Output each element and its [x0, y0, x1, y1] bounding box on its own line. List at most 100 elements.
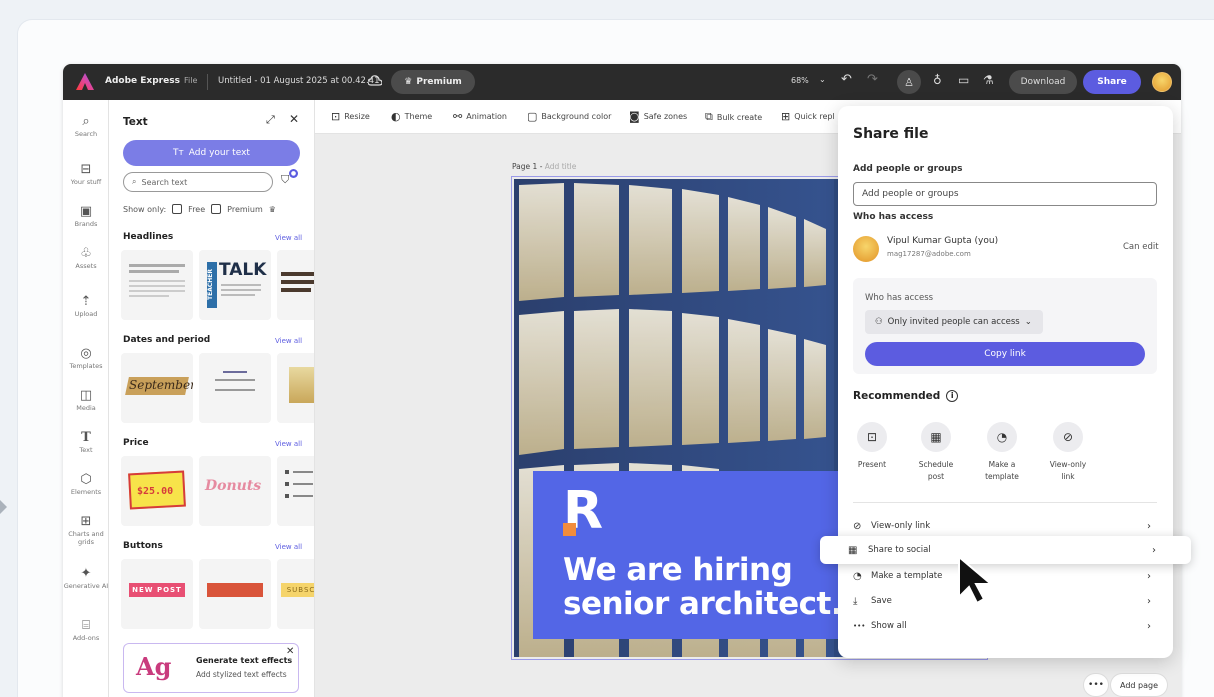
rail-item-text[interactable]: T Text: [63, 430, 109, 454]
menu-show-all[interactable]: ••• Show all ›: [853, 615, 1157, 637]
price-template-3[interactable]: [277, 456, 314, 526]
close-icon[interactable]: ✕: [286, 646, 294, 657]
chevron-down-icon[interactable]: ⌄: [819, 75, 826, 84]
view-all-link[interactable]: View all: [275, 337, 302, 345]
make-template-label: Make a template: [985, 460, 1019, 481]
safe-zones-button[interactable]: ◙ Safe zones: [629, 110, 687, 123]
background-color-button[interactable]: ▢ Background color: [527, 110, 611, 123]
carousel-arrow-icon[interactable]: [0, 500, 7, 514]
rail-item-brands[interactable]: ▣ Brands: [63, 204, 109, 228]
headline-template-1[interactable]: [121, 250, 193, 320]
expand-icon[interactable]: ⤢: [266, 113, 275, 127]
headline-template-talk[interactable]: TEACHER TALK: [199, 250, 271, 320]
menu-make-template[interactable]: ◔ Make a template ›: [853, 565, 1157, 587]
price-template-donuts[interactable]: Donuts: [199, 456, 271, 526]
rail-item-elements[interactable]: ⬡ Elements: [63, 472, 109, 496]
bulk-create-button[interactable]: ⧉ Bulk create: [705, 110, 762, 124]
more-options-button[interactable]: •••: [1084, 674, 1108, 696]
close-icon[interactable]: ✕: [289, 112, 299, 126]
rail-item-upload[interactable]: ⇡ Upload: [63, 294, 109, 318]
template-icon: ◔: [987, 422, 1017, 452]
button-template-2[interactable]: [199, 559, 271, 629]
share-button[interactable]: Share: [1083, 70, 1141, 94]
link-icon: ⊘: [853, 520, 862, 532]
view-only-link-label: View-only link: [1049, 460, 1087, 481]
date-template-3[interactable]: [277, 353, 314, 423]
button-template-new-post[interactable]: NEW POST: [121, 559, 193, 629]
premium-button[interactable]: ♛ Premium: [391, 70, 475, 94]
theme-button[interactable]: ◐ Theme: [391, 110, 432, 123]
view-all-link[interactable]: View all: [275, 234, 302, 242]
filter-icon[interactable]: ⛉: [281, 173, 289, 187]
resize-label: Resize: [344, 112, 370, 121]
quick-replace-button[interactable]: ⊞ Quick repl: [781, 110, 835, 123]
hiring-headline[interactable]: We are hiring senior architect.: [563, 553, 843, 621]
rail-item-templates[interactable]: ◎ Templates: [63, 346, 109, 370]
search-icon: ⌕: [82, 114, 90, 129]
add-text-button[interactable]: Tт Add your text: [123, 140, 300, 166]
zoom-level[interactable]: 68%: [791, 76, 809, 85]
resize-button[interactable]: ⊡ Resize: [331, 110, 370, 123]
rail-item-media[interactable]: ◫ Media: [63, 388, 109, 412]
menu-save[interactable]: ⤓ Save ›: [853, 590, 1157, 612]
add-people-input[interactable]: Add people or groups: [853, 182, 1157, 206]
premium-checkbox[interactable]: [211, 204, 222, 214]
document-title[interactable]: Untitled - 01 August 2025 at 00.42.41: [218, 76, 380, 86]
cloud-icon[interactable]: [368, 75, 382, 87]
date-template-2[interactable]: [199, 353, 271, 423]
present-option[interactable]: ⊡ Present: [842, 422, 902, 471]
file-menu[interactable]: File: [184, 76, 197, 85]
rail-label: Brands: [74, 220, 98, 228]
section-headlines: Headlines: [123, 232, 174, 242]
menu-share-to-social[interactable]: ▦ Share to social ›: [820, 536, 1191, 564]
schedule-post-option[interactable]: ▦ Schedule post: [906, 422, 966, 483]
make-template-option[interactable]: ◔ Make a template: [972, 422, 1032, 483]
menu-view-only-link[interactable]: ⊘ View-only link ›: [853, 515, 1157, 537]
collaborators-icon[interactable]: ♙: [897, 70, 921, 94]
lightbulb-icon[interactable]: ♁: [933, 73, 942, 87]
recommended-label: Recommended: [853, 390, 941, 402]
date-template-september[interactable]: September: [121, 353, 193, 423]
view-all-link[interactable]: View all: [275, 543, 302, 551]
rail-item-generative-ai[interactable]: ✦ Generative AI: [63, 566, 109, 590]
text-icon: T: [81, 430, 91, 445]
access-level-select[interactable]: ⚇ Only invited people can access ⌄: [865, 310, 1043, 334]
rail-item-charts[interactable]: ⊞ Charts and grids: [63, 514, 109, 546]
rail-item-search[interactable]: ⌕ Search: [63, 114, 109, 138]
view-only-link-option[interactable]: ⊘ View-only link: [1038, 422, 1098, 483]
undo-icon[interactable]: ↶: [841, 72, 852, 87]
permission-dropdown[interactable]: Can edit: [1123, 242, 1159, 252]
download-button[interactable]: Download: [1009, 70, 1077, 94]
rail-item-add-ons[interactable]: ⌸ Add-ons: [63, 618, 109, 642]
animation-button[interactable]: ⚯ Animation: [453, 110, 507, 123]
comment-icon[interactable]: ▭: [958, 73, 969, 87]
redo-icon[interactable]: ↷: [867, 72, 878, 87]
view-all-link[interactable]: View all: [275, 440, 302, 448]
more-icon: •••: [853, 622, 866, 630]
adobe-express-logo-icon[interactable]: [76, 73, 94, 90]
september-text: September: [129, 378, 193, 392]
rail-label: Upload: [74, 310, 98, 318]
button-template-subscribe[interactable]: SUBSC: [277, 559, 314, 629]
page-label[interactable]: Page 1 - Add title: [512, 162, 576, 171]
copy-link-button[interactable]: Copy link: [865, 342, 1145, 366]
donuts-text: Donuts: [205, 478, 262, 494]
free-checkbox[interactable]: [172, 204, 183, 214]
crown-icon: ♛: [404, 77, 413, 87]
beaker-icon[interactable]: ⚗: [983, 73, 994, 87]
rail-item-your-stuff[interactable]: ⊟ Your stuff: [63, 162, 109, 186]
assets-icon: ♧: [80, 246, 92, 261]
info-icon[interactable]: i: [946, 390, 959, 402]
rail-item-assets[interactable]: ♧ Assets: [63, 246, 109, 270]
chevron-right-icon: ›: [1147, 570, 1151, 582]
headline-template-3[interactable]: [277, 250, 314, 320]
price-template-sticker[interactable]: $25.00: [121, 456, 193, 526]
avatar[interactable]: [1152, 72, 1172, 92]
animation-icon: ⚯: [453, 110, 463, 123]
link-icon: ⊘: [1053, 422, 1083, 452]
add-title-placeholder[interactable]: Add title: [545, 162, 577, 171]
generate-text-effects-card[interactable]: Ag Generate text effects Add stylized te…: [123, 643, 299, 693]
search-input[interactable]: ⌕ Search text: [123, 172, 273, 192]
add-page-button[interactable]: Add page: [1111, 674, 1167, 696]
chevron-right-icon: ›: [1152, 544, 1156, 556]
